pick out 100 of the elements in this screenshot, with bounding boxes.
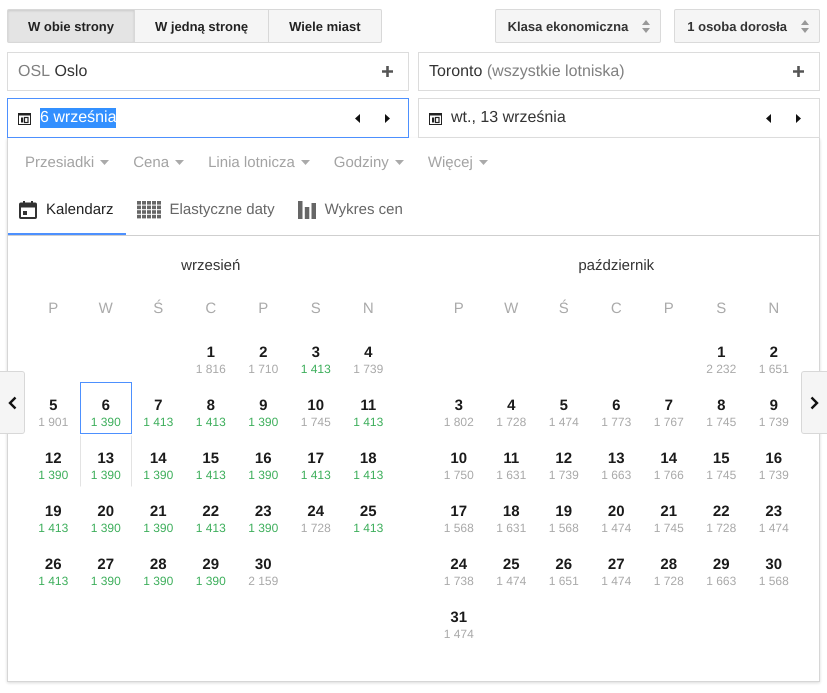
caret-down-icon [175, 160, 184, 164]
month-title: październik [578, 256, 654, 274]
date-cell[interactable]: 14 1 390 [132, 435, 184, 487]
date-cell[interactable]: 10 1 750 [432, 435, 485, 487]
caret-down-icon [394, 160, 404, 164]
date-cell[interactable]: 24 1 738 [432, 541, 485, 593]
date-cell[interactable]: 23 1 390 [237, 488, 290, 540]
date-cell[interactable]: 28 1 728 [642, 541, 695, 593]
weekday-label: P [48, 300, 58, 317]
origin-field[interactable]: OSL Oslo [7, 52, 409, 91]
date-cell[interactable]: 20 1 474 [590, 488, 642, 540]
date-cell[interactable]: 27 1 390 [80, 541, 132, 593]
date-cell[interactable]: 14 1 766 [642, 435, 695, 487]
dropdown-button[interactable]: Klasa ekonomiczna [494, 9, 662, 43]
plus-icon[interactable] [793, 66, 804, 77]
date-cell[interactable]: 6 1 390 [80, 382, 132, 434]
date-cell[interactable]: 9 1 739 [748, 382, 800, 434]
dropdown-button[interactable]: 1 osoba dorosła [674, 9, 820, 43]
date-cell[interactable]: 26 1 413 [27, 541, 80, 593]
calendar-icon [18, 112, 31, 124]
date-cell[interactable]: 31 1 474 [432, 594, 485, 646]
view-tab[interactable]: Elastyczne daty [126, 186, 287, 235]
date-cell[interactable]: 3 1 802 [432, 382, 485, 434]
caret-down-icon [300, 160, 310, 164]
date-cell[interactable]: 6 1 773 [590, 382, 642, 434]
date-cell[interactable]: 2 1 651 [748, 329, 800, 381]
date-cell[interactable]: 9 1 390 [237, 382, 290, 434]
date-cell[interactable]: 30 1 568 [748, 541, 800, 593]
date-field[interactable]: wt., 13 września [418, 98, 820, 138]
date-cell[interactable]: 5 1 474 [538, 382, 590, 434]
view-tab[interactable]: Kalendarz [8, 186, 126, 235]
bar-chart-icon [298, 200, 316, 218]
date-cell[interactable]: 21 1 745 [642, 488, 695, 540]
date-cell[interactable]: 18 1 413 [342, 435, 394, 487]
date-cell[interactable]: 3 1 413 [290, 329, 342, 381]
weekday-label: N [362, 300, 374, 317]
trip-type-tab[interactable]: Wiele miast [269, 9, 382, 43]
date-cell[interactable]: 4 1 728 [485, 382, 538, 434]
caret-down-icon [478, 160, 488, 164]
chevron-left-icon [8, 396, 16, 410]
date-cell[interactable]: 13 1 663 [590, 435, 642, 487]
chevron-right-icon [810, 396, 819, 410]
previous-month-button[interactable] [0, 371, 25, 434]
date-cell[interactable]: 29 1 663 [695, 541, 748, 593]
date-cell[interactable]: 19 1 568 [538, 488, 590, 540]
weekday-label: C [205, 300, 216, 317]
date-cell[interactable]: 23 1 474 [748, 488, 800, 540]
trip-type-tab[interactable]: W jedną stronę [134, 9, 270, 43]
date-cell[interactable]: 17 1 568 [432, 488, 485, 540]
date-cell[interactable]: 25 1 413 [342, 488, 394, 540]
caret-left-icon[interactable] [766, 114, 771, 122]
date-cell[interactable]: 8 1 413 [184, 382, 237, 434]
date-cell[interactable]: 30 2 159 [237, 541, 290, 593]
date-cell[interactable]: 15 1 745 [695, 435, 748, 487]
weekday-label: W [504, 300, 518, 317]
weekday-label: Ś [153, 300, 164, 317]
caret-right-icon[interactable] [796, 114, 801, 122]
weekday-label: N [768, 300, 780, 317]
date-cell[interactable]: 26 1 651 [538, 541, 590, 593]
caret-left-icon[interactable] [355, 114, 360, 122]
up-down-caret-icon [642, 20, 650, 32]
next-month-button[interactable] [801, 371, 827, 434]
date-cell[interactable]: 11 1 413 [342, 382, 394, 434]
date-cell[interactable]: 8 1 745 [695, 382, 748, 434]
date-cell[interactable]: 2 1 710 [237, 329, 290, 381]
date-cell[interactable]: 20 1 390 [80, 488, 132, 540]
date-cell[interactable]: 12 1 390 [27, 435, 80, 487]
date-cell[interactable]: 25 1 474 [485, 541, 538, 593]
date-cell[interactable]: 10 1 745 [290, 382, 342, 434]
date-cell[interactable]: 11 1 631 [485, 435, 538, 487]
date-cell[interactable]: 1 1 816 [184, 329, 237, 381]
date-cell[interactable]: 27 1 474 [590, 541, 642, 593]
destination-field[interactable]: Toronto (wszystkie lotniska) [418, 52, 820, 91]
date-cell[interactable]: 7 1 767 [642, 382, 695, 434]
date-cell[interactable]: 22 1 728 [695, 488, 748, 540]
date-cell[interactable]: 16 1 390 [237, 435, 290, 487]
date-cell[interactable]: 22 1 413 [184, 488, 237, 540]
trip-type-tab[interactable]: W obie strony [7, 9, 135, 43]
date-cell[interactable]: 15 1 413 [184, 435, 237, 487]
caret-right-icon[interactable] [385, 114, 390, 122]
date-cell[interactable]: 13 1 390 [80, 435, 132, 487]
date-cell[interactable]: 4 1 739 [342, 329, 394, 381]
weekday-label: C [610, 300, 622, 317]
date-cell[interactable]: 28 1 390 [132, 541, 184, 593]
date-cell[interactable]: 24 1 728 [290, 488, 342, 540]
date-cell[interactable]: 16 1 739 [748, 435, 800, 487]
date-cell[interactable]: 7 1 413 [132, 382, 184, 434]
weekday-label: P [454, 300, 464, 317]
date-cell[interactable]: 29 1 390 [184, 541, 237, 593]
calendar-icon [429, 112, 442, 124]
date-cell[interactable]: 17 1 413 [290, 435, 342, 487]
date-cell[interactable]: 12 1 739 [538, 435, 590, 487]
up-down-caret-icon [801, 20, 809, 32]
date-cell[interactable]: 5 1 901 [27, 382, 80, 434]
date-cell[interactable]: 19 1 413 [27, 488, 80, 540]
date-cell[interactable]: 1 2 232 [695, 329, 748, 381]
view-tab[interactable]: Wykres cen [286, 186, 415, 235]
plus-icon[interactable] [382, 66, 393, 77]
date-cell[interactable]: 21 1 390 [132, 488, 184, 540]
date-cell[interactable]: 18 1 631 [485, 488, 538, 540]
